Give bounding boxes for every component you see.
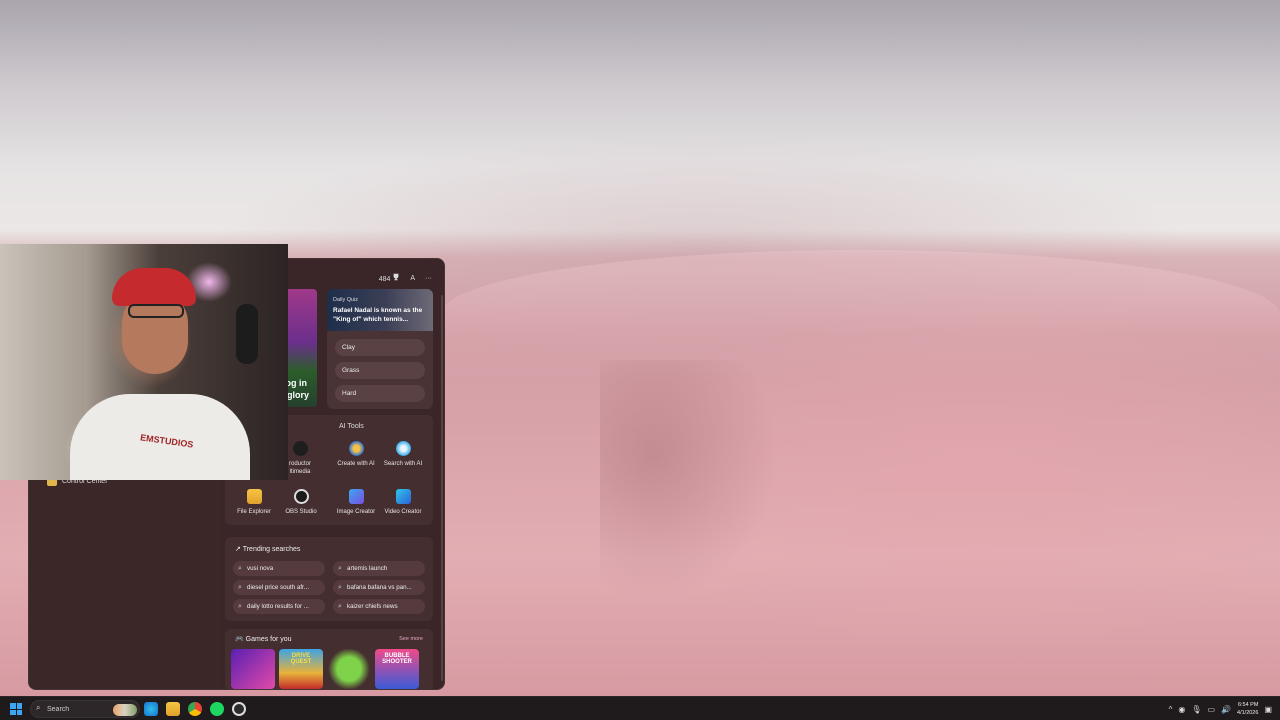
quiz-option-clay[interactable]: Clay xyxy=(335,339,425,356)
search-icon: ⌕ xyxy=(238,565,242,572)
games-card: 🎮 Games for you See more DRIVE QUEST BUB… xyxy=(225,629,433,689)
bubble-shooter-icon[interactable]: BUBBLE SHOOTER xyxy=(375,649,419,689)
profile-button[interactable]: A xyxy=(410,275,415,282)
gamepad-icon: 🎮 xyxy=(235,636,244,643)
games-title-text: Games for you xyxy=(245,636,292,643)
search-icon: ⌕ xyxy=(338,603,342,610)
windows-logo-tile xyxy=(16,703,22,709)
search-highlight-icon xyxy=(113,704,137,716)
microphone-icon[interactable]: 🎙 xyxy=(1191,705,1201,714)
taskbar-search[interactable]: ⌕ xyxy=(30,700,140,718)
widgets-top-bar: 484 A ··· xyxy=(379,273,432,283)
folder-icon xyxy=(246,489,262,504)
spotify-icon[interactable] xyxy=(210,702,224,716)
app-search-with-ai[interactable]: Search with AI xyxy=(378,441,428,468)
video-creator-icon xyxy=(395,489,411,504)
windows-logo-tile xyxy=(16,709,22,715)
cam-microphone xyxy=(236,304,258,364)
trending-searches-card: ↗ Trending searches ⌕ vusi nova ⌕ artemis … xyxy=(225,537,433,621)
points-count: 484 xyxy=(378,276,391,283)
trending-item[interactable]: ⌕ vusi nova xyxy=(233,561,325,576)
edge-icon[interactable] xyxy=(144,702,158,716)
quiz-kicker: Daily Quiz xyxy=(333,297,359,303)
clock-date: 4/1/2026 xyxy=(1237,710,1259,716)
system-tray: ^ ◉ 🎙 ▭ 🔊 6:54 PM 4/1/2026 ▣ xyxy=(1169,697,1272,720)
app-label: Video Creator xyxy=(384,509,422,515)
search-icon: ⌕ xyxy=(238,603,242,610)
trending-item-label: kaizer chiefs news xyxy=(347,603,398,610)
network-status-icon[interactable]: ◉ xyxy=(1178,705,1185,714)
windows-start-button[interactable] xyxy=(10,703,22,715)
app-obs-studio[interactable]: OBS Studio xyxy=(276,489,326,516)
game-label: BUBBLE SHOOTER xyxy=(382,653,412,665)
trending-item[interactable]: ⌕ kaizer chiefs news xyxy=(333,599,425,614)
app-file-explorer[interactable]: File Explorer xyxy=(229,489,279,516)
trending-item-label: vusi nova xyxy=(247,565,274,572)
widgets-scrollbar[interactable] xyxy=(441,295,443,681)
cam-person-hat xyxy=(112,268,196,306)
app-label: File Explorer xyxy=(237,509,271,515)
taskbar: ⌕ ^ ◉ 🎙 ▭ 🔊 6:54 PM 4/1/2026 ▣ xyxy=(0,696,1280,720)
trending-item-label: diesel price south afr... xyxy=(247,584,309,591)
speaker-icon[interactable]: 🔊 xyxy=(1221,705,1231,714)
game-label: DRIVE QUEST xyxy=(290,653,312,665)
dune-ridge xyxy=(440,250,1280,380)
trending-item-label: daily lotto results for ... xyxy=(247,603,309,610)
quiz-header[interactable]: Daily Quiz Rafael Nadal is known as the … xyxy=(327,289,433,331)
obs-icon xyxy=(293,489,309,504)
see-more-link[interactable]: See more xyxy=(399,636,423,642)
search-icon: ⌕ xyxy=(36,703,41,712)
more-options-icon[interactable]: ··· xyxy=(425,275,432,282)
notification-icon[interactable]: ▣ xyxy=(1264,705,1272,714)
frog-game-icon[interactable] xyxy=(327,649,371,689)
quiz-option-hard[interactable]: Hard xyxy=(335,385,425,402)
trending-item-label: bafana bafana vs pan... xyxy=(347,584,412,591)
trending-title-text: Trending searches xyxy=(242,546,301,553)
app-label: OBS Studio xyxy=(285,509,317,515)
obs-icon[interactable] xyxy=(232,702,246,716)
trending-item[interactable]: ⌕ artemis launch xyxy=(333,561,425,576)
windows-logo-tile xyxy=(10,703,16,709)
search-input[interactable] xyxy=(47,704,107,715)
chrome-icon[interactable] xyxy=(188,702,202,716)
dune-shadow xyxy=(600,360,780,600)
app-create-with-ai[interactable]: Create with AI xyxy=(331,441,381,468)
arrow-game-icon[interactable] xyxy=(231,649,275,689)
daily-quiz-card: Daily Quiz Rafael Nadal is known as the … xyxy=(327,289,433,409)
quiz-question: Rafael Nadal is known as the "King of" w… xyxy=(333,307,423,323)
create-ai-icon xyxy=(348,441,364,456)
ai-tools-label: AI Tools xyxy=(339,423,364,430)
app-label: Search with AI xyxy=(383,461,423,467)
app-image-creator[interactable]: Image Creator xyxy=(331,489,381,516)
trending-arrow-icon: ↗ xyxy=(235,546,241,553)
clock-time: 6:54 PM xyxy=(1237,702,1259,708)
search-icon: ⌕ xyxy=(338,565,342,572)
search-icon: ⌕ xyxy=(338,584,342,591)
display-icon[interactable]: ▭ xyxy=(1207,705,1215,714)
trending-item[interactable]: ⌕ daily lotto results for ... xyxy=(233,599,325,614)
drive-quest-icon[interactable]: DRIVE QUEST xyxy=(279,649,323,689)
windows-logo-tile xyxy=(10,709,16,715)
media-player-icon xyxy=(292,441,308,456)
app-label: Image Creator xyxy=(336,509,376,515)
search-ai-icon xyxy=(395,441,411,456)
chevron-up-icon[interactable]: ^ xyxy=(1169,705,1173,714)
quiz-option-grass[interactable]: Grass xyxy=(335,362,425,379)
rewards-points[interactable]: 484 xyxy=(379,273,401,283)
cam-person-glasses xyxy=(128,304,184,318)
trending-item[interactable]: ⌕ bafana bafana vs pan... xyxy=(333,580,425,595)
games-title: 🎮 Games for you xyxy=(235,635,292,643)
trending-item[interactable]: ⌕ diesel price south afr... xyxy=(233,580,325,595)
file-explorer-icon[interactable] xyxy=(166,702,180,716)
clock[interactable]: 6:54 PM 4/1/2026 xyxy=(1237,701,1258,717)
trending-title: ↗ Trending searches xyxy=(235,545,300,553)
search-icon: ⌕ xyxy=(238,584,242,591)
app-label: Create with AI xyxy=(337,461,375,467)
trending-item-label: artemis launch xyxy=(347,565,388,572)
app-video-creator[interactable]: Video Creator xyxy=(378,489,428,516)
webcam-overlay: EMSTUDIOS xyxy=(0,244,288,480)
image-creator-icon xyxy=(348,489,364,504)
trophy-icon xyxy=(393,273,399,281)
